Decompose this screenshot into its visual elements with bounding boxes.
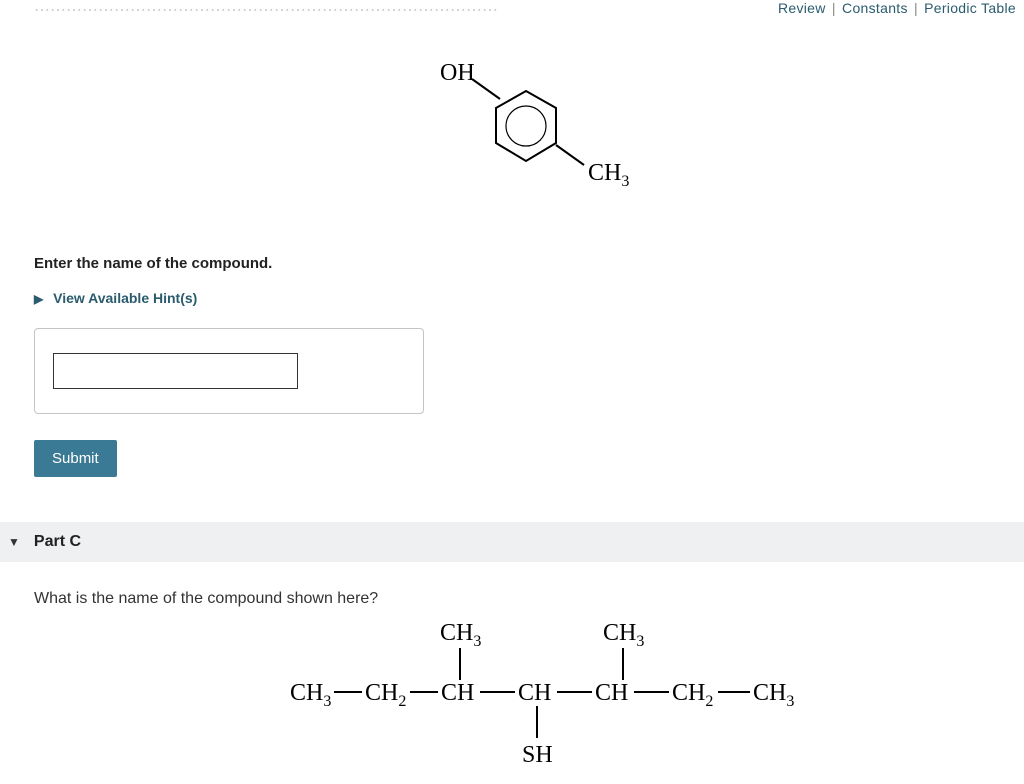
separator: |	[832, 0, 836, 16]
submit-button[interactable]: Submit	[34, 440, 117, 477]
view-hints-toggle[interactable]: ▶ View Available Hint(s)	[34, 290, 197, 306]
svg-text:CH2: CH2	[365, 680, 406, 710]
separator: |	[914, 0, 918, 16]
svg-text:CH: CH	[518, 680, 551, 706]
label-oh: OH	[440, 60, 475, 86]
compound-name-input[interactable]	[53, 353, 298, 389]
partb-prompt: Enter the name of the compound.	[34, 255, 272, 272]
partc-header-bar[interactable]: ▼ Part C	[0, 522, 1024, 562]
svg-text:SH: SH	[522, 742, 553, 768]
svg-text:CH2: CH2	[672, 680, 713, 710]
svg-text:CH3: CH3	[753, 680, 794, 710]
partc-question: What is the name of the compound shown h…	[34, 590, 378, 608]
answer-container	[34, 328, 424, 414]
review-link[interactable]: Review	[778, 0, 826, 16]
svg-text:CH: CH	[441, 680, 474, 706]
caret-down-icon: ▼	[8, 535, 20, 549]
partc-chemical-structure: CH3 CH3 CH3 CH2 CH CH CH CH2	[290, 618, 890, 783]
svg-text:CH: CH	[595, 680, 628, 706]
caret-right-icon: ▶	[34, 292, 43, 306]
svg-text:CH3: CH3	[603, 620, 644, 650]
periodic-table-link[interactable]: Periodic Table	[924, 0, 1016, 16]
hints-label: View Available Hint(s)	[53, 290, 197, 306]
partb-question-cutoff: ⋯⋯⋯⋯⋯⋯⋯⋯⋯⋯⋯⋯⋯⋯⋯⋯⋯⋯⋯⋯⋯⋯⋯⋯⋯⋯⋯⋯⋯	[34, 0, 498, 20]
partc-title: Part C	[34, 533, 81, 551]
resource-links: Review | Constants | Periodic Table	[778, 0, 1016, 16]
label-ch3: CH3	[588, 160, 629, 190]
svg-text:CH3: CH3	[290, 680, 331, 710]
partb-chemical-structure: OH CH3	[430, 55, 650, 220]
constants-link[interactable]: Constants	[842, 0, 908, 16]
svg-text:CH3: CH3	[440, 620, 481, 650]
